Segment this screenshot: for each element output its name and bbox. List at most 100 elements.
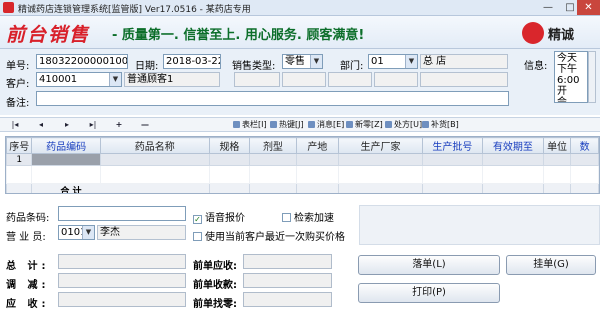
quantity-cell[interactable] bbox=[570, 153, 599, 166]
col-header-origin[interactable]: 产地 bbox=[295, 137, 339, 154]
logo-icon bbox=[522, 22, 544, 44]
origin-cell[interactable] bbox=[295, 153, 339, 166]
receivable-amount-field bbox=[58, 292, 186, 307]
chevron-down-icon[interactable]: ▼ bbox=[82, 226, 94, 239]
window-title: 精诚药店连锁管理系统[监管版] Ver17.0516 - 某药店专用 bbox=[18, 5, 251, 15]
remark-field[interactable] bbox=[36, 91, 509, 106]
info-label: 信息: bbox=[524, 61, 548, 72]
total-row: 合 计 bbox=[6, 183, 599, 193]
col-header-unit[interactable]: 单位 bbox=[542, 137, 572, 154]
banner: 前台销售 - 质量第一. 信誉至上. 用心服务. 顾客满意! 精诚 bbox=[0, 16, 600, 49]
spec-cell[interactable] bbox=[208, 153, 251, 166]
hotkey-button-label: 热键[J] bbox=[279, 120, 304, 129]
col-header-form[interactable]: 剂型 bbox=[249, 137, 297, 154]
col-header-batch[interactable]: 生产批号 bbox=[422, 137, 483, 154]
form-cell[interactable] bbox=[249, 153, 297, 166]
add-row-button[interactable]: + bbox=[110, 119, 128, 131]
customer-select[interactable]: 410001 ▼ bbox=[36, 72, 122, 87]
prev-received-label: 前单收款: bbox=[193, 280, 237, 291]
col-header-expiry[interactable]: 有效期至 bbox=[481, 137, 544, 154]
drug-grid[interactable]: 序号 药品编码 药品名称 规格 剂型 产地 生产厂家 生产批号 有效期至 单位 … bbox=[5, 136, 600, 194]
message-button[interactable]: 消息[E] bbox=[308, 119, 344, 131]
close-button[interactable]: ✕ bbox=[577, 0, 600, 15]
date-value: 2018-03-22 bbox=[166, 56, 221, 67]
next-record-button[interactable]: ▸ bbox=[58, 119, 76, 131]
adjust-amount-field[interactable] bbox=[58, 273, 186, 288]
search-speed-label: 检索加速 bbox=[294, 213, 334, 224]
col-header-no[interactable]: 序号 bbox=[6, 137, 33, 154]
prev-change-field bbox=[243, 292, 332, 307]
checkbox-box bbox=[282, 213, 291, 222]
customer-code-value: 410001 bbox=[39, 74, 78, 85]
empty-row bbox=[6, 165, 599, 184]
new-retail-button[interactable]: 新零[Z] bbox=[346, 119, 383, 131]
sale-type-select[interactable]: 零售 ▼ bbox=[282, 54, 323, 69]
app-icon bbox=[3, 2, 14, 13]
brand-title: 前台销售 bbox=[6, 24, 91, 46]
col-header-drug-name[interactable]: 药品名称 bbox=[99, 137, 210, 154]
title-bar: 精诚药店连锁管理系统[监管版] Ver17.0516 - 某药店专用 — □ ✕ bbox=[0, 0, 600, 16]
prev-record-button[interactable]: ◂ bbox=[32, 119, 50, 131]
order-no-label: 单号: bbox=[6, 61, 30, 72]
submit-order-button[interactable]: 落单(L) bbox=[358, 255, 500, 275]
drug-code-cell[interactable] bbox=[31, 153, 101, 166]
restock-button[interactable]: 补货[B] bbox=[422, 119, 459, 131]
dept-select[interactable]: 01 ▼ bbox=[368, 54, 418, 69]
prev-receivable-label: 前单应收: bbox=[193, 261, 237, 272]
total-label: 总 计: bbox=[6, 261, 50, 272]
order-no-value: 1803220000010001 bbox=[39, 56, 128, 67]
salesman-name: 李杰 bbox=[100, 227, 120, 238]
expiry-cell[interactable] bbox=[481, 153, 544, 166]
sale-type-value: 零售 bbox=[285, 56, 305, 67]
print-button[interactable]: 打印(P) bbox=[358, 283, 500, 303]
prev-change-label: 前单找零: bbox=[193, 299, 237, 310]
date-label: 日期: bbox=[135, 61, 159, 72]
remark-label: 备注: bbox=[6, 98, 30, 109]
grid-header-row: 序号 药品编码 药品名称 规格 剂型 产地 生产厂家 生产批号 有效期至 单位 … bbox=[6, 137, 599, 154]
sale-type-label: 销售类型: bbox=[232, 61, 276, 72]
table-row[interactable]: 1 bbox=[6, 153, 599, 166]
check-icon: ✓ bbox=[193, 215, 202, 224]
minimize-button[interactable]: — bbox=[536, 0, 560, 15]
first-record-button[interactable]: |◂ bbox=[6, 119, 24, 131]
info-scrollbar[interactable] bbox=[588, 51, 596, 103]
hotkey-button[interactable]: 热键[J] bbox=[270, 119, 304, 131]
prev-received-field bbox=[243, 273, 332, 288]
col-header-drug-code[interactable]: 药品编码 bbox=[31, 137, 101, 154]
chevron-down-icon[interactable]: ▼ bbox=[310, 55, 322, 68]
delete-row-button[interactable]: — bbox=[136, 119, 154, 131]
company-logo: 精诚 bbox=[522, 21, 594, 45]
barcode-input[interactable] bbox=[58, 206, 186, 221]
batch-cell[interactable] bbox=[422, 153, 483, 166]
manufacturer-cell[interactable] bbox=[337, 153, 424, 166]
search-speed-checkbox[interactable]: 检索加速 bbox=[282, 209, 334, 224]
message-icon bbox=[308, 121, 315, 128]
customer-extra-field-5 bbox=[420, 72, 508, 87]
last-price-label: 使用当前客户最近一次购买价格 bbox=[205, 232, 345, 243]
col-header-manufacturer[interactable]: 生产厂家 bbox=[337, 137, 424, 154]
last-record-button[interactable]: ▸| bbox=[84, 119, 102, 131]
receivable-label: 应 收: bbox=[6, 299, 50, 310]
logo-text: 精诚 bbox=[548, 28, 575, 43]
voice-price-checkbox[interactable]: ✓ 语音报价 bbox=[193, 209, 245, 224]
right-info-panel bbox=[359, 205, 600, 245]
order-no-field[interactable]: 1803220000010001 bbox=[36, 54, 128, 69]
unit-cell[interactable] bbox=[542, 153, 572, 166]
last-price-checkbox[interactable]: 使用当前客户最近一次购买价格 bbox=[193, 228, 345, 243]
info-message-box[interactable]: 今天下午6:00开会。祝大家节日快乐 bbox=[554, 51, 588, 103]
columns-button-label: 表栏[I] bbox=[242, 120, 267, 129]
drug-name-cell[interactable] bbox=[99, 153, 210, 166]
table-icon bbox=[233, 121, 240, 128]
hold-order-button[interactable]: 挂单(G) bbox=[506, 255, 596, 275]
columns-button[interactable]: 表栏[I] bbox=[233, 119, 267, 131]
date-field[interactable]: 2018-03-22 bbox=[163, 54, 221, 69]
new-doc-icon bbox=[346, 121, 353, 128]
salesman-select[interactable]: 0101 ▼ bbox=[58, 225, 95, 240]
chevron-down-icon[interactable]: ▼ bbox=[109, 73, 121, 86]
col-header-quantity[interactable]: 数 bbox=[570, 137, 599, 154]
prescription-button[interactable]: 处方[U] bbox=[385, 119, 422, 131]
prescription-icon bbox=[385, 121, 392, 128]
col-header-spec[interactable]: 规格 bbox=[208, 137, 251, 154]
customer-label: 客户: bbox=[6, 79, 30, 90]
chevron-down-icon[interactable]: ▼ bbox=[405, 55, 417, 68]
